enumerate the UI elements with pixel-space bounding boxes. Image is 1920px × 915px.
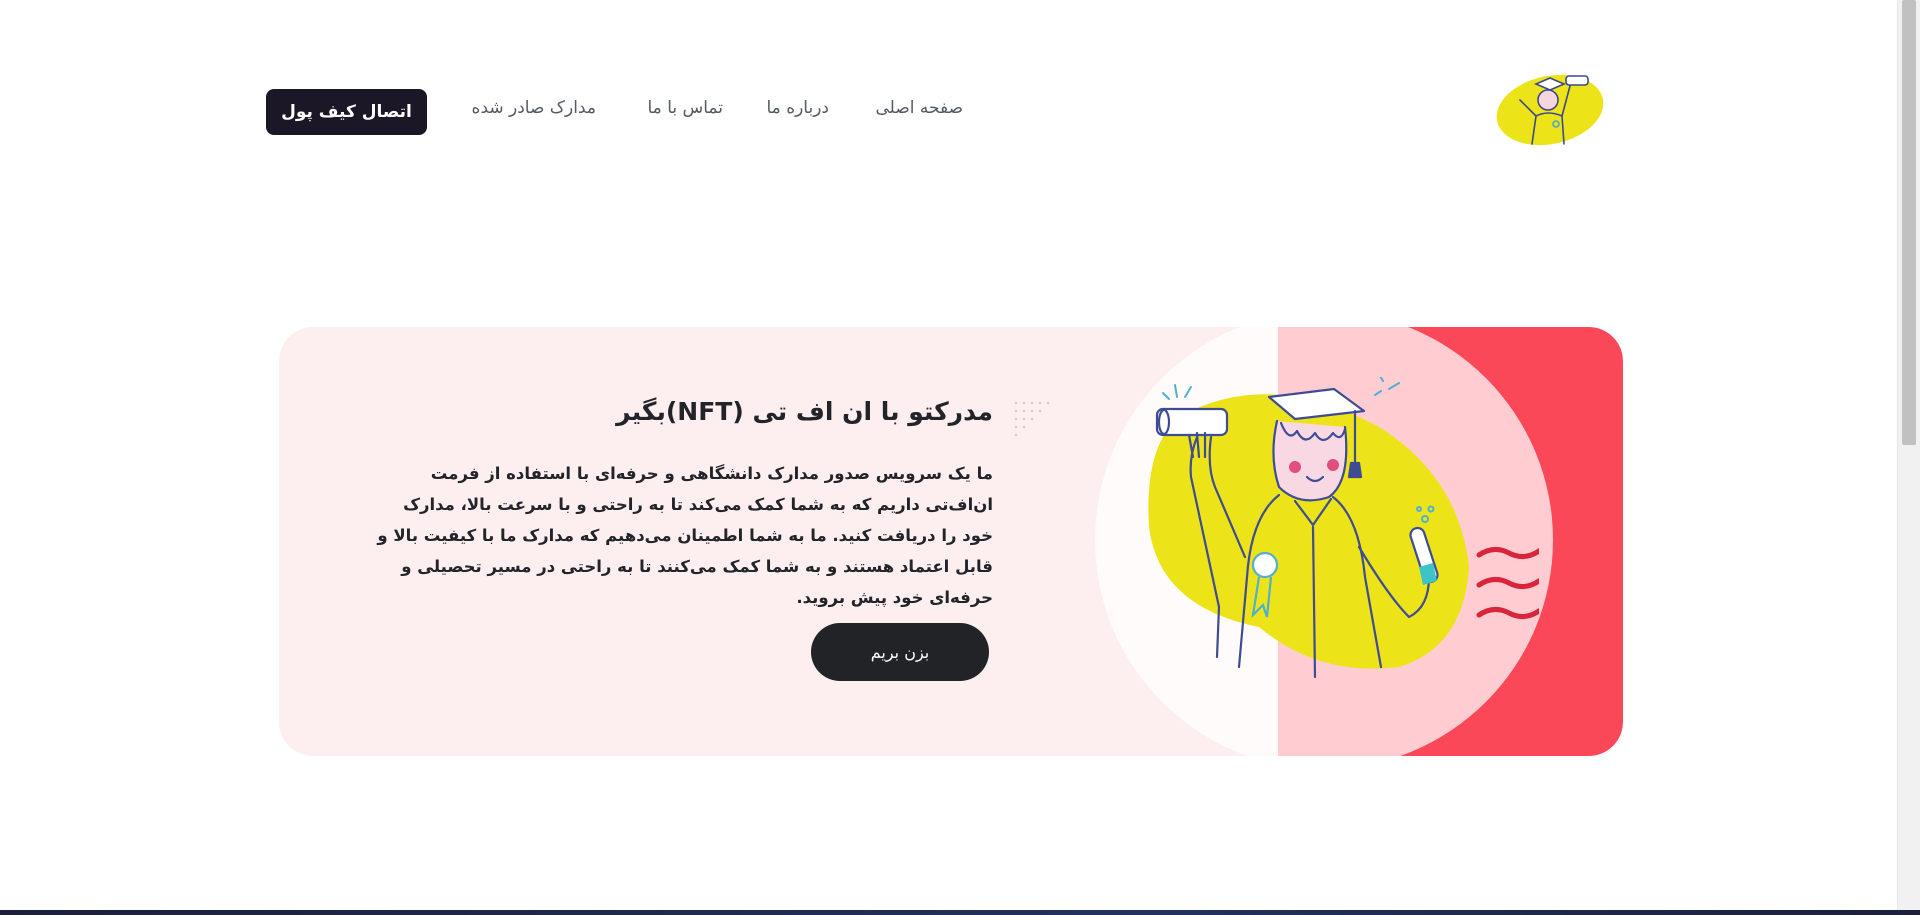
dots-decoration-icon (1014, 401, 1050, 436)
nav-link-home[interactable]: صفحه اصلی (876, 98, 963, 118)
hero-description: ما یک سرویس صدور مدارک دانشگاهی و حرفه‌ا… (377, 464, 993, 607)
nav-link-contact[interactable]: تماس با ما (648, 98, 724, 118)
nav-link-about[interactable]: درباره ما (767, 98, 830, 118)
hero-title: مدرکتو با ان اف تی (NFT)بگیر (616, 397, 993, 426)
graduate-illustration (1148, 377, 1539, 679)
get-started-button[interactable]: بزن بریم (811, 623, 989, 681)
scrollbar-thumb[interactable] (1902, 0, 1916, 445)
hero-card: مدرکتو با ان اف تی (NFT)بگیر ما یک سرویس… (279, 327, 1623, 756)
taskbar-edge (0, 910, 1920, 915)
nav-link-issued-certificates[interactable]: مدارک صادر شده (472, 98, 596, 118)
connect-wallet-button[interactable]: اتصال کیف پول (266, 89, 427, 135)
page-scrollbar[interactable] (1897, 0, 1920, 910)
